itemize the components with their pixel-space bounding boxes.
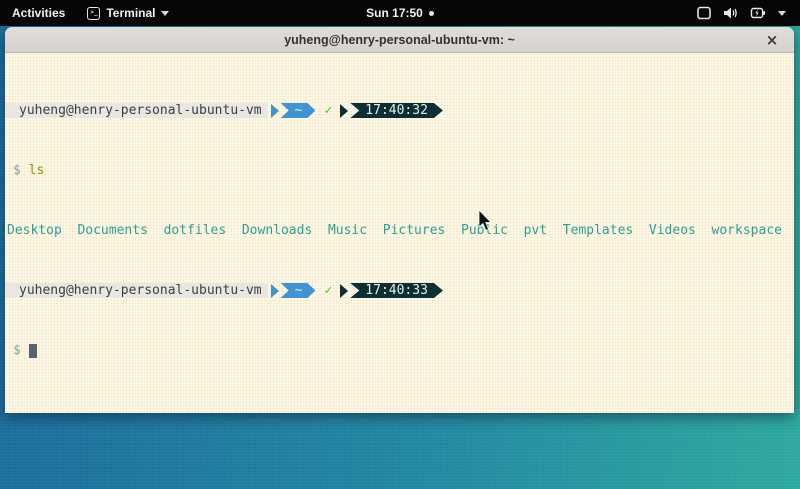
ls-output-line: Desktop Documents dotfiles Downloads Mus… <box>5 223 794 238</box>
directory-name: workspace <box>712 223 782 238</box>
powerline-separator-icon <box>340 104 348 118</box>
powerline-separator-icon <box>340 284 348 298</box>
powerline-separator-icon <box>271 284 279 298</box>
notification-dot-icon <box>429 11 434 16</box>
prompt-time: 17:40:32 <box>350 103 443 118</box>
activities-label: Activities <box>12 6 65 20</box>
input-line: $ <box>5 343 794 358</box>
directory-name: pvt <box>524 223 547 238</box>
prompt-symbol: $ <box>13 163 21 178</box>
command-line: $ ls <box>5 163 794 178</box>
directory-name: Templates <box>563 223 633 238</box>
directory-name: Videos <box>649 223 696 238</box>
activities-button[interactable]: Activities <box>0 0 77 26</box>
prompt-path: ~ <box>281 103 316 118</box>
powerline-separator-icon <box>271 104 279 118</box>
prompt-time: 17:40:33 <box>350 283 443 298</box>
battery-charging-icon <box>750 6 767 20</box>
display-icon <box>696 6 712 20</box>
directory-name: Downloads <box>242 223 312 238</box>
typed-command: ls <box>29 163 45 178</box>
clock-button[interactable]: Sun 17:50 <box>366 6 434 20</box>
prompt-line: yuheng@henry-personal-ubuntu-vm ~ ✓ 17:4… <box>5 283 794 298</box>
system-menu-button[interactable] <box>682 0 800 26</box>
directory-name: Music <box>328 223 367 238</box>
directory-name: dotfiles <box>164 223 227 238</box>
app-menu-label: Terminal <box>106 6 155 20</box>
window-titlebar[interactable]: yuheng@henry-personal-ubuntu-vm: ~ × <box>5 27 794 53</box>
directory-name: Documents <box>77 223 147 238</box>
gnome-top-bar: Activities >_ Terminal Sun 17:50 <box>0 0 800 26</box>
prompt-status-check-icon: ✓ <box>315 283 337 298</box>
app-menu-caret-icon <box>161 11 169 16</box>
close-button[interactable]: × <box>762 30 782 50</box>
ls-output: Desktop Documents dotfiles Downloads Mus… <box>7 223 782 238</box>
prompt-symbol: $ <box>13 343 21 358</box>
prompt-path: ~ <box>281 283 316 298</box>
clock-label: Sun 17:50 <box>366 6 423 20</box>
prompt-status-check-icon: ✓ <box>315 103 337 118</box>
volume-icon <box>723 6 739 20</box>
terminal-app-icon: >_ <box>87 7 100 20</box>
prompt-line: yuheng@henry-personal-ubuntu-vm ~ ✓ 17:4… <box>5 103 794 118</box>
app-menu-terminal[interactable]: >_ Terminal <box>77 0 179 26</box>
prompt-user-host: yuheng@henry-personal-ubuntu-vm <box>5 103 268 118</box>
system-menu-chevron-icon <box>778 11 786 16</box>
terminal-window: yuheng@henry-personal-ubuntu-vm: ~ × yuh… <box>5 27 794 413</box>
directory-name: Desktop <box>7 223 62 238</box>
text-cursor <box>29 344 37 358</box>
terminal-output-area[interactable]: yuheng@henry-personal-ubuntu-vm ~ ✓ 17:4… <box>5 53 794 413</box>
directory-name: Pictures <box>383 223 446 238</box>
window-title: yuheng@henry-personal-ubuntu-vm: ~ <box>284 33 515 47</box>
directory-name: Public <box>461 223 508 238</box>
prompt-user-host: yuheng@henry-personal-ubuntu-vm <box>5 283 268 298</box>
